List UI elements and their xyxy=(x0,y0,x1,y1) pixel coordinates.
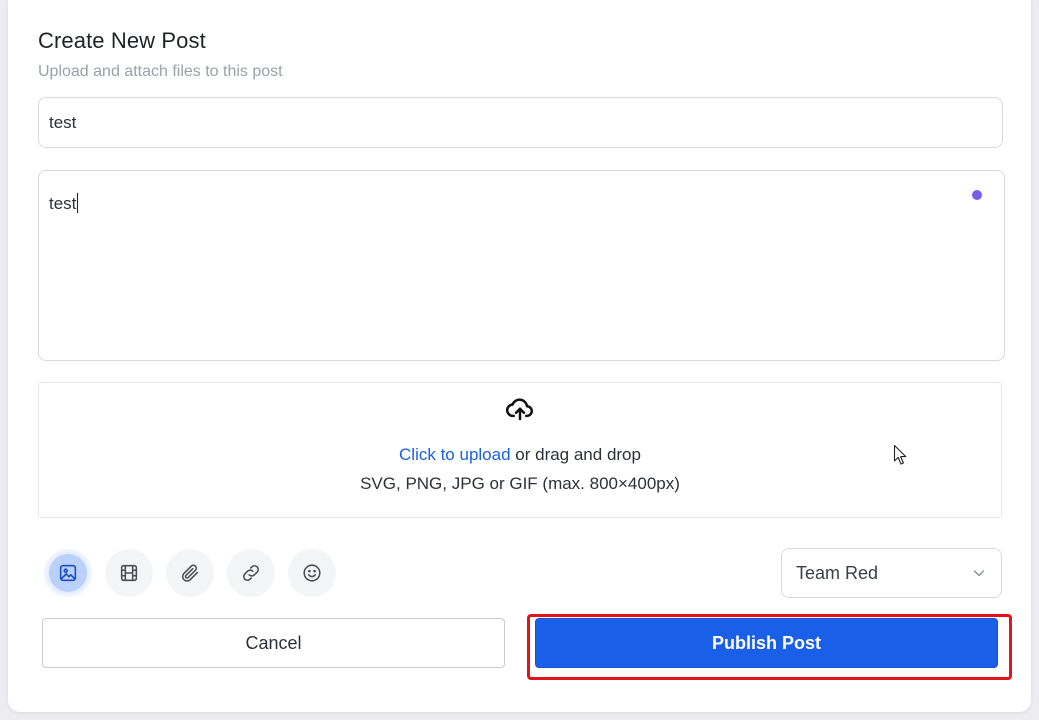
emoji-button[interactable] xyxy=(288,549,336,597)
paperclip-icon xyxy=(181,564,199,582)
post-title-value: test xyxy=(49,112,77,132)
team-select-value: Team Red xyxy=(796,562,879,583)
video-button[interactable] xyxy=(105,549,153,597)
dialog-title: Create New Post xyxy=(38,28,206,53)
click-to-upload-link[interactable]: Click to upload xyxy=(399,445,511,464)
team-select[interactable]: Team Red xyxy=(781,548,1002,598)
post-body-textarea[interactable]: test xyxy=(38,170,1005,361)
link-icon xyxy=(243,565,259,581)
film-icon xyxy=(120,564,138,582)
dialog-subtitle: Upload and attach files to this post xyxy=(38,63,283,80)
image-icon xyxy=(59,564,77,582)
emoji-icon xyxy=(303,564,321,582)
mouse-cursor-icon xyxy=(893,444,907,465)
insert-link-button[interactable] xyxy=(227,549,275,597)
attach-file-button[interactable] xyxy=(166,549,214,597)
upload-instructions: Click to upload or drag and drop xyxy=(39,445,1001,465)
text-caret xyxy=(77,193,79,213)
post-title-input[interactable]: test xyxy=(38,97,1003,148)
cancel-button[interactable]: Cancel xyxy=(42,618,505,668)
cloud-upload-icon xyxy=(505,398,533,421)
publish-post-button[interactable]: Publish Post xyxy=(535,618,998,668)
image-button[interactable] xyxy=(44,549,92,597)
file-dropzone[interactable]: Click to upload or drag and drop SVG, PN… xyxy=(38,382,1002,518)
upload-formats: SVG, PNG, JPG or GIF (max. 800×400px) xyxy=(360,474,680,493)
post-body-text: test xyxy=(49,193,79,214)
drag-drop-text: or drag and drop xyxy=(510,445,641,464)
attachment-toolbar xyxy=(44,549,336,597)
chevron-down-icon xyxy=(973,570,985,577)
status-dot-icon xyxy=(972,190,982,200)
post-body-value: test xyxy=(49,194,77,213)
